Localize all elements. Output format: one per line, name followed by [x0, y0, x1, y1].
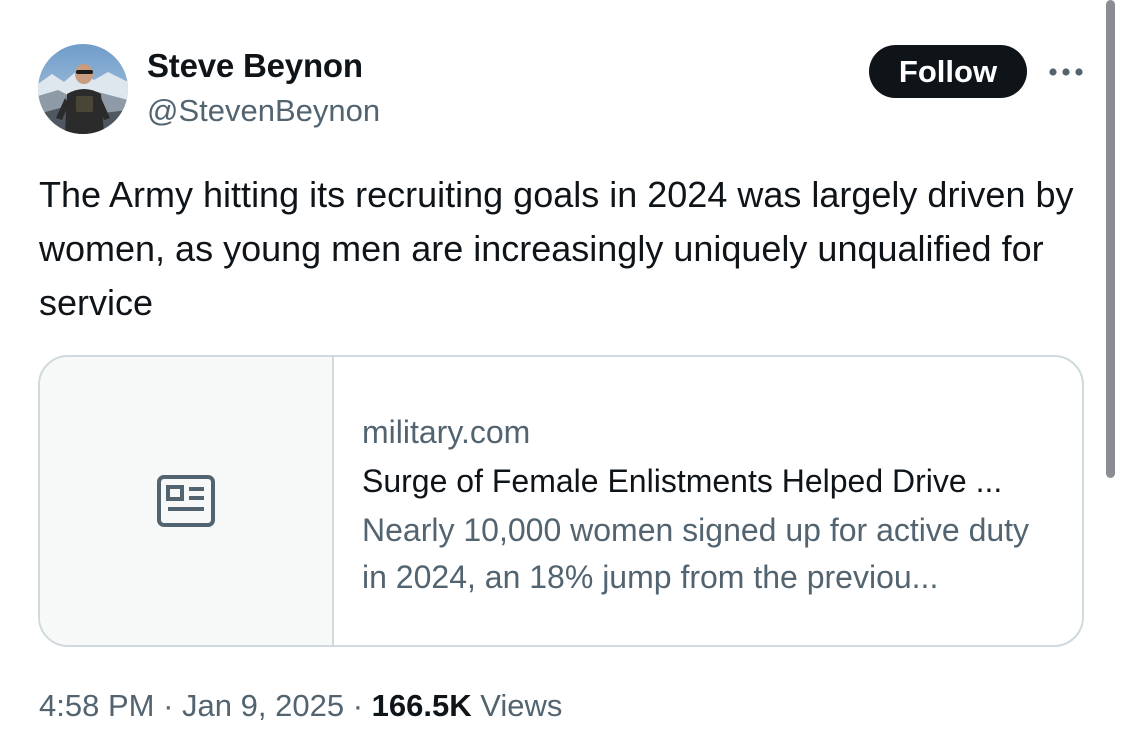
link-card-body: military.com Surge of Female Enlistments… [334, 357, 1082, 645]
link-preview-card[interactable]: military.com Surge of Female Enlistments… [38, 355, 1084, 647]
views-count: 166.5K [371, 688, 472, 723]
more-options-button[interactable] [1044, 58, 1088, 86]
tweet-date[interactable]: Jan 9, 2025 [182, 688, 344, 723]
scrollbar[interactable] [1106, 0, 1115, 478]
user-handle[interactable]: @StevenBeynon [147, 93, 380, 129]
newspaper-icon [157, 475, 215, 527]
follow-button[interactable]: Follow [869, 45, 1027, 98]
tweet-meta: 4:58 PM · Jan 9, 2025 · 166.5K Views [39, 688, 562, 724]
link-card-thumbnail [40, 357, 334, 645]
link-card-domain: military.com [362, 414, 531, 450]
views-label: Views [480, 688, 563, 723]
meta-separator: · [163, 688, 174, 723]
avatar[interactable] [38, 44, 128, 134]
tweet-time[interactable]: 4:58 PM [39, 688, 154, 723]
link-card-description: Nearly 10,000 women signed up for active… [362, 512, 1030, 595]
meta-separator: · [352, 688, 364, 723]
tweet-text: The Army hitting its recruiting goals in… [39, 174, 1074, 323]
more-horizontal-icon [1049, 68, 1083, 76]
link-card-title: Surge of Female Enlistments Helped Drive… [362, 463, 1003, 499]
tweet-page: Steve Beynon @StevenBeynon Follow The Ar… [0, 0, 1123, 742]
display-name[interactable]: Steve Beynon [147, 47, 363, 85]
